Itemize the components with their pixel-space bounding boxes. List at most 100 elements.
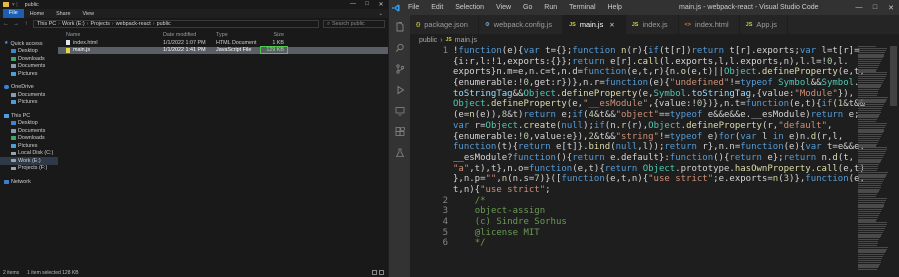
scrollbar-thumb[interactable] <box>890 46 897 106</box>
star-icon: ★ <box>4 40 9 47</box>
tab-webpack-config[interactable]: ⚙ webpack.config.js <box>479 15 564 34</box>
tab-package-json[interactable]: {} package.json <box>410 15 479 34</box>
minimize-icon[interactable]: — <box>346 1 360 8</box>
code-line[interactable]: 4 (c) Sindre Sorhus <box>410 217 866 228</box>
nav-item-documents[interactable]: Documents <box>0 63 58 71</box>
code-line[interactable]: (e=n(e)),8&t)return e;if(4&t&&"object"==… <box>410 110 866 121</box>
files-icon[interactable] <box>394 21 405 32</box>
nav-item-desktop[interactable]: Desktop <box>0 48 58 56</box>
maximize-icon[interactable]: □ <box>867 4 883 12</box>
code-line[interactable]: function(t){return e[t]}.bind(null,l));r… <box>410 142 866 153</box>
nav-item-work-e[interactable]: Work (E:) <box>0 157 58 165</box>
tab-index-html[interactable]: <> index.html <box>679 15 740 34</box>
menu-file[interactable]: File <box>403 4 424 11</box>
breadcrumb-folder[interactable]: public <box>419 37 437 44</box>
breadcrumb-file[interactable]: main.js <box>455 37 477 44</box>
testing-icon[interactable] <box>394 147 405 158</box>
code-line[interactable]: {i:r,l:!1,exports:{}};return e[r].call(l… <box>410 57 866 68</box>
tab-index-js[interactable]: JS index.js <box>626 15 679 34</box>
line-number <box>410 174 451 185</box>
column-header-date[interactable]: Date modified <box>163 32 216 38</box>
close-icon[interactable]: ✕ <box>883 4 899 12</box>
code-line[interactable]: 3 object-assign <box>410 206 866 217</box>
menu-go[interactable]: Go <box>518 4 537 11</box>
nav-item-projects-f[interactable]: Projects (F:) <box>0 165 58 173</box>
back-arrow-icon[interactable]: ← <box>3 21 9 27</box>
close-icon[interactable]: ✕ <box>374 1 388 8</box>
extensions-icon[interactable] <box>394 126 405 137</box>
search-input[interactable]: ⌕ Search public <box>323 20 385 28</box>
code-line[interactable]: t,n){"use strict"; <box>410 185 866 196</box>
code-line[interactable]: {enumerable:!0,value:e}),2&t&&"string"!=… <box>410 132 866 143</box>
ribbon-tab-share[interactable]: Share <box>50 11 76 17</box>
nav-item-onedrive-pictures[interactable]: Pictures <box>0 99 58 107</box>
ribbon-tab-file[interactable]: File <box>3 9 24 18</box>
nav-item-pc-desktop[interactable]: Desktop <box>0 120 58 128</box>
menu-selection[interactable]: Selection <box>450 4 489 11</box>
tab-app-js[interactable]: JS App.js <box>740 15 788 34</box>
ribbon-tab-home[interactable]: Home <box>24 11 50 17</box>
source-control-icon[interactable] <box>394 63 405 74</box>
ribbon-tab-view[interactable]: View <box>76 11 100 17</box>
breadcrumb-webpack-react[interactable]: webpack-react <box>116 21 151 27</box>
column-header-size[interactable]: Size <box>261 32 287 38</box>
breadcrumb-this-pc[interactable]: This PC <box>37 21 56 27</box>
breadcrumb-work-drive[interactable]: Work (E:) <box>62 21 85 27</box>
nav-item-network[interactable]: Network <box>0 178 58 186</box>
maximize-icon[interactable]: □ <box>360 1 374 8</box>
breadcrumb-projects[interactable]: Projects <box>90 21 109 27</box>
file-row-main-js[interactable]: main.js 1/1/2022 1:41 PM JavaScript File… <box>58 46 388 55</box>
remote-explorer-icon[interactable] <box>394 105 405 116</box>
js-file-icon: JS <box>745 21 753 28</box>
menu-view[interactable]: View <box>491 4 516 11</box>
file-size: 1 KB <box>272 39 284 46</box>
nav-item-pictures[interactable]: Pictures <box>0 70 58 78</box>
breadcrumb-public[interactable]: public <box>157 21 171 27</box>
nav-item-this-pc[interactable]: This PC <box>0 112 58 120</box>
code-line[interactable]: var r=Object.create(null);if(n.r(r),Obje… <box>410 121 866 132</box>
forward-arrow-icon[interactable]: → <box>13 21 19 27</box>
large-icons-view-icon[interactable] <box>379 270 384 275</box>
editor-scrollbar[interactable] <box>888 46 899 277</box>
code-line[interactable]: 6 */ <box>410 238 866 249</box>
details-view-icon[interactable] <box>372 270 377 275</box>
nav-item-pc-downloads[interactable]: Downloads <box>0 135 58 143</box>
menu-terminal[interactable]: Terminal <box>564 4 600 11</box>
nav-item-pc-documents[interactable]: Documents <box>0 127 58 135</box>
code-line[interactable]: 2 /* <box>410 196 866 207</box>
column-header-type[interactable]: Type <box>216 32 261 38</box>
cloud-icon <box>4 85 9 90</box>
code-line[interactable]: 5 @license MIT <box>410 228 866 239</box>
code-line[interactable]: {enumerable:!0,get:r})},n.r=function(e){… <box>410 78 866 89</box>
code-line[interactable]: 1 !function(e){var t={};function n(r){if(… <box>410 46 866 57</box>
nav-item-downloads[interactable]: Downloads <box>0 55 58 63</box>
code-line[interactable]: Object.defineProperty(e,"__esModule",{va… <box>410 99 866 110</box>
file-row-index-html[interactable]: index.html 1/1/2022 1:07 PM HTML Documen… <box>58 39 388 47</box>
column-header-name[interactable]: Name <box>58 32 163 38</box>
line-number: 4 <box>442 217 448 227</box>
code-editor[interactable]: 1 !function(e){var t={};function n(r){if(… <box>410 46 866 277</box>
menu-run[interactable]: Run <box>539 4 562 11</box>
run-debug-icon[interactable] <box>394 84 405 95</box>
nav-item-onedrive-documents[interactable]: Documents <box>0 91 58 99</box>
code-line[interactable]: exports}n.m=e,n.c=t,n.d=function(e,t,r){… <box>410 67 866 78</box>
tab-main-js[interactable]: JS main.js ✕ <box>563 15 626 34</box>
close-icon[interactable]: ✕ <box>609 21 614 29</box>
code-line[interactable]: "a",t),t},n.o=function(e,t){return Objec… <box>410 164 866 175</box>
code-line[interactable]: toStringTag&&Object.defineProperty(e,Sym… <box>410 89 866 100</box>
minimap[interactable] <box>858 46 888 277</box>
nav-item-local-disk-c[interactable]: Local Disk (C:) <box>0 150 58 158</box>
minimize-icon[interactable]: — <box>851 4 867 12</box>
nav-item-onedrive[interactable]: OneDrive <box>0 84 58 92</box>
chevron-down-icon[interactable]: ⌄ <box>378 11 383 17</box>
code-line[interactable]: __esModule?function(){return e.default}:… <box>410 153 866 164</box>
quick-access-toolbar[interactable]: ▾ | <box>12 2 18 8</box>
address-bar[interactable]: This PC › Work (E:) › Projects › webpack… <box>33 20 319 28</box>
code-line[interactable]: },n.p="",n(n.s=7)}([function(e,t,n){"use… <box>410 174 866 185</box>
nav-item-pc-pictures[interactable]: Pictures <box>0 142 58 150</box>
up-arrow-icon[interactable]: ↑ <box>23 21 29 27</box>
menu-help[interactable]: Help <box>603 4 627 11</box>
nav-item-quick-access[interactable]: ★ Quick access <box>0 40 58 48</box>
menu-edit[interactable]: Edit <box>426 4 448 11</box>
search-icon[interactable] <box>394 42 405 53</box>
